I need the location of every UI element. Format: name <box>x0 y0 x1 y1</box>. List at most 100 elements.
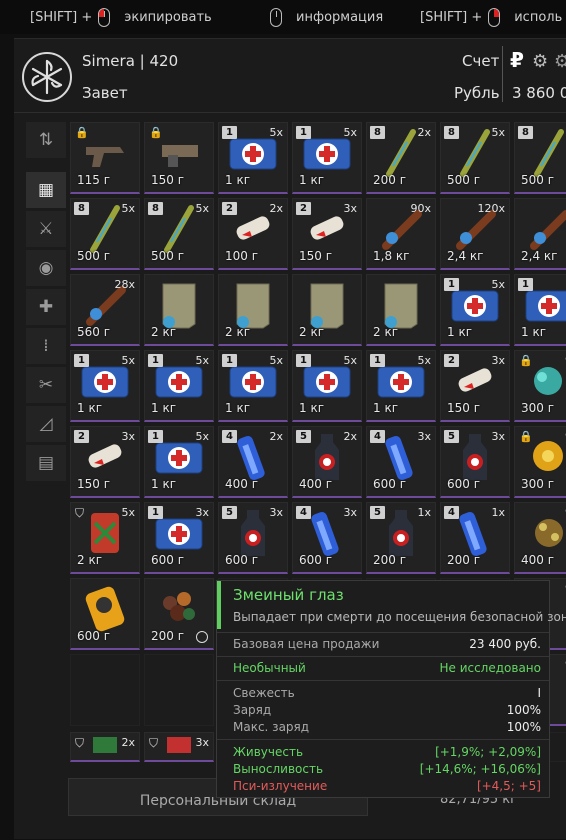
category-ammo-button[interactable]: ⁞ <box>26 328 66 364</box>
inventory-slot[interactable]: 8 500 г <box>514 122 566 194</box>
item-weight: 1 кг <box>299 173 325 187</box>
level-badge: 1 <box>518 278 533 291</box>
inventory-slot[interactable]: 1 5x 1 кг <box>292 350 362 422</box>
injector-icon <box>450 361 500 405</box>
inventory-slot[interactable]: 2 кг <box>292 274 362 346</box>
inventory-slot[interactable]: 4 3x 600 г <box>292 502 362 574</box>
stack-count: 5x <box>121 506 135 519</box>
item-weight: 2 кг <box>225 325 251 339</box>
bottom-icon <box>85 733 125 757</box>
inventory-slot[interactable]: 2 3x 150 г <box>70 426 140 498</box>
inventory-slot[interactable]: 1 5x 1 кг <box>144 426 214 498</box>
inventory-slot[interactable]: 2 кг <box>144 274 214 346</box>
item-weight: 2 кг <box>77 553 103 567</box>
price-row: Базовая цена продажи 23 400 руб. <box>233 637 541 651</box>
inventory-slot[interactable]: 8 5x 500 г <box>440 122 510 194</box>
category-all-button[interactable]: ▦ <box>26 172 66 208</box>
category-weapons-button[interactable]: ⚔ <box>26 211 66 247</box>
inventory-slot[interactable]: 600 г <box>70 578 140 650</box>
controls-hint-bar: [SHIFT] + экипировать информация [SHIFT]… <box>0 0 566 34</box>
stack-count: 2x <box>417 126 431 139</box>
inventory-slot[interactable]: 🔒 115 г <box>70 122 140 194</box>
shield-icon: ⛉ <box>75 506 85 520</box>
level-badge: 2 <box>74 430 89 443</box>
item-weight: 200 г <box>151 629 185 643</box>
inventory-slot[interactable]: 2 кг <box>218 274 288 346</box>
item-weight: 400 г <box>225 477 259 491</box>
category-artifacts-button[interactable]: ◉ <box>26 250 66 286</box>
inventory-slot[interactable]: 1 5x 1 кг <box>144 350 214 422</box>
divider <box>502 46 503 102</box>
item-weight: 2,4 кг <box>521 249 558 263</box>
medkit-icon <box>303 364 351 402</box>
inventory-slot[interactable]: 5 2x 400 г <box>292 426 362 498</box>
inventory-slot[interactable]: 1 5x 1 кг <box>218 122 288 194</box>
item-weight: 2 кг <box>373 325 399 339</box>
inventory-slot[interactable]: 99400 г <box>514 502 566 574</box>
stack-count: 5x <box>195 202 209 215</box>
inventory-slot[interactable]: 5 3x 600 г <box>218 502 288 574</box>
inventory-slot[interactable]: 8 5x 500 г <box>144 198 214 270</box>
level-badge: 5 <box>444 430 459 443</box>
category-misc-button[interactable]: ◿ <box>26 406 66 442</box>
category-storage-button[interactable]: ▤ <box>26 445 66 481</box>
inventory-slot[interactable]: 120x 2,4 кг <box>440 198 510 270</box>
stat-label: Пси-излучение <box>233 779 328 793</box>
inventory-slot[interactable]: 2 кг <box>366 274 436 346</box>
stat-value: [+14,6%; +16,06%] <box>419 762 541 776</box>
level-badge: 2 <box>222 202 237 215</box>
inventory-slot[interactable]: ⛉ 5x 2 кг <box>70 502 140 574</box>
inventory-slot[interactable]: 8 2x 200 г <box>366 122 436 194</box>
inventory-slot[interactable]: 28x 560 г <box>70 274 140 346</box>
charge-label: Заряд <box>233 703 272 717</box>
empty-slot[interactable] <box>144 654 214 726</box>
inventory-slot[interactable]: 122,4 кг <box>514 198 566 270</box>
hint-label: информация <box>296 10 384 25</box>
filter-icon[interactable]: ⚙ <box>554 51 566 72</box>
sort-button[interactable]: ⇅ <box>26 122 66 158</box>
inventory-slot[interactable]: 🔒99300 г <box>514 426 566 498</box>
inventory-slot[interactable]: 1 5x 1 кг <box>292 122 362 194</box>
empty-slot[interactable] <box>70 654 140 726</box>
level-badge: 1 <box>444 278 459 291</box>
divider <box>217 632 549 633</box>
item-weight: 300 г <box>521 401 555 415</box>
item-weight: 150 г <box>77 477 111 491</box>
item-weight: 500 г <box>77 249 111 263</box>
inventory-slot[interactable]: 5 3x 600 г <box>440 426 510 498</box>
inventory-slot[interactable]: 1 5x 1 кг <box>440 274 510 346</box>
category-tools-button[interactable]: ✂ <box>26 367 66 403</box>
stack-count: 3x <box>343 506 357 519</box>
inventory-slot[interactable]: 4 2x 400 г <box>218 426 288 498</box>
inventory-slot[interactable]: 8 5x 500 г <box>70 198 140 270</box>
inventory-slot[interactable]: ⛉ 3x <box>144 732 214 762</box>
inventory-slot[interactable]: 200 г <box>144 578 214 650</box>
inventory-slot[interactable]: 1 5x 1 кг <box>218 350 288 422</box>
level-badge: 4 <box>222 430 237 443</box>
stack-count: 5x <box>491 126 505 139</box>
inventory-slot[interactable]: 1 5x 1 кг <box>70 350 140 422</box>
stack-count: 1x <box>417 506 431 519</box>
medkit-icon <box>229 136 277 174</box>
inventory-slot[interactable]: 2 2x 100 г <box>218 198 288 270</box>
inventory-slot[interactable]: 1 5x 1 кг <box>366 350 436 422</box>
inventory-slot[interactable]: 90x 1,8 кг <box>366 198 436 270</box>
stack-count: 3x <box>269 506 283 519</box>
max-charge-value: 100% <box>506 720 541 734</box>
inventory-slot[interactable]: ⛉ 2x <box>70 732 140 762</box>
inventory-slot[interactable]: 4 1x 200 г <box>440 502 510 574</box>
item-weight: 1 кг <box>151 401 177 415</box>
inventory-slot[interactable]: 🔒97300 г <box>514 350 566 422</box>
inventory-slot[interactable]: 5 1x 200 г <box>366 502 436 574</box>
settings-gear-icon[interactable]: ⚙ <box>532 51 548 72</box>
inventory-slot[interactable]: 🔒 150 г <box>144 122 214 194</box>
player-name: Simera | 420 <box>82 52 179 70</box>
injector-icon <box>228 209 278 253</box>
inventory-slot[interactable]: 1 3x 600 г <box>144 502 214 574</box>
inventory-slot[interactable]: 2 3x 150 г <box>292 198 362 270</box>
inventory-slot[interactable]: 2 3x 150 г <box>440 350 510 422</box>
stack-count: 5x <box>343 126 357 139</box>
category-medicine-button[interactable]: ✚ <box>26 289 66 325</box>
inventory-slot[interactable]: 1 1 кг <box>514 274 566 346</box>
inventory-slot[interactable]: 4 3x 600 г <box>366 426 436 498</box>
